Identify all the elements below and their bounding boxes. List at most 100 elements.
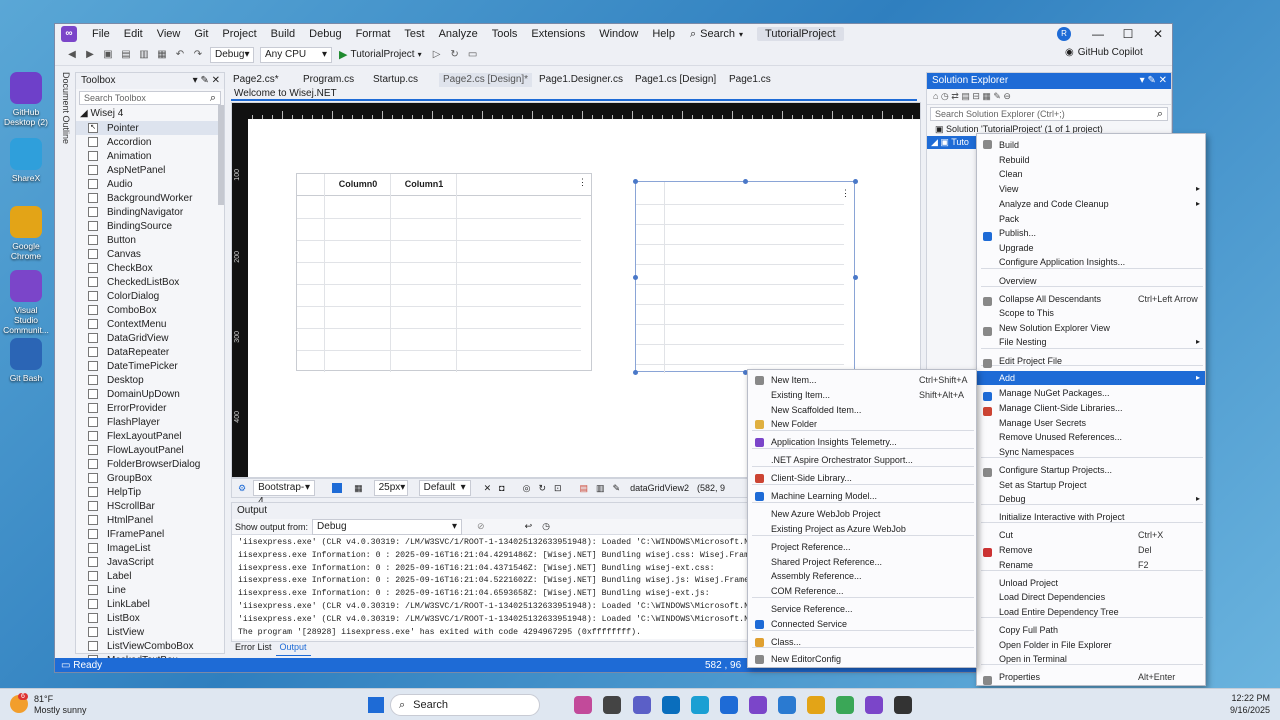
toolbox-item[interactable]: DomainUpDown (76, 387, 224, 401)
menu-extensions[interactable]: Extensions (524, 24, 592, 44)
toolbox-item[interactable]: Animation (76, 149, 224, 163)
add-submenu-item[interactable]: Existing Project as Azure WebJob (748, 522, 976, 536)
toolbox-item[interactable]: LinkLabel (76, 597, 224, 611)
tab-document[interactable]: Startup.cs (373, 73, 418, 87)
context-menu-item[interactable]: Build (977, 138, 1205, 152)
toolbox-item[interactable]: Button (76, 233, 224, 247)
account-avatar[interactable]: R (1057, 27, 1071, 41)
edge-icon[interactable] (691, 696, 709, 714)
save-icon[interactable]: ▥ (137, 48, 151, 62)
context-menu-item[interactable]: Overview (977, 274, 1205, 288)
context-menu-item[interactable]: Debug ▸ (977, 492, 1205, 506)
column-header-1[interactable]: Column1 (391, 179, 457, 189)
view-icon[interactable]: ◎ (523, 483, 531, 494)
toolbox-item[interactable]: ListView (76, 625, 224, 639)
context-menu-item[interactable]: Load Entire Dependency Tree (977, 605, 1205, 619)
toolbox-item[interactable]: IFramePanel (76, 527, 224, 541)
toolbox-search-input[interactable]: Search Toolbox ⌕ (79, 91, 221, 105)
add-submenu-item[interactable]: New Azure WebJob Project (748, 507, 976, 521)
add-submenu-item[interactable]: Shared Project Reference... (748, 555, 976, 569)
tab-document[interactable]: Page2.cs [Design]* (439, 73, 533, 87)
output-source-select[interactable]: Debug ▾ (312, 518, 463, 535)
datagridview-1[interactable]: Column0 Column1 ⋮ (296, 173, 592, 372)
menu-test[interactable]: Test (397, 24, 431, 44)
word-wrap-icon[interactable]: ↩ (525, 521, 533, 532)
toolbox-item[interactable]: FolderBrowserDialog (76, 457, 224, 471)
add-submenu-item[interactable]: Service Reference... (748, 602, 976, 616)
desktop-icon[interactable]: GitHub Desktop (2) (2, 72, 50, 127)
close-icon[interactable]: ✕ (212, 75, 220, 86)
menu-analyze[interactable]: Analyze (432, 24, 485, 44)
sync-icon[interactable]: ↻ (538, 483, 546, 494)
tab-error-list[interactable]: Error List (231, 642, 276, 656)
menu-build[interactable]: Build (264, 24, 302, 44)
toolbox-group[interactable]: ◢ Wisej 4 (76, 107, 224, 121)
menu-window[interactable]: Window (592, 24, 645, 44)
context-menu-item[interactable]: Publish... (977, 226, 1205, 240)
add-submenu-item[interactable]: .NET Aspire Orchestrator Support... (748, 453, 976, 467)
more-options-icon[interactable]: ⋮ (841, 188, 850, 199)
home-icon[interactable]: ⌂ ◷ ⇄ ▤ ⊟ ▦ ✎ ⊖ (933, 91, 1011, 102)
color-icon[interactable] (332, 483, 343, 493)
search-box[interactable]: ⌕ Search ▾ (682, 28, 751, 41)
context-menu-item[interactable]: Pack (977, 212, 1205, 226)
desktop-icon[interactable]: Visual Studio Communit... (2, 270, 50, 335)
github-copilot-button[interactable]: ◉ GitHub Copilot (1065, 47, 1143, 58)
add-submenu-item[interactable]: Existing Item... Shift+Alt+A (748, 388, 976, 402)
document-outline-tab[interactable]: Document Outline (57, 72, 71, 172)
toolbox-item[interactable]: ContextMenu (76, 317, 224, 331)
camera-icon[interactable]: ◘ (499, 483, 504, 493)
taskbar-search[interactable]: ⌕ Search (390, 694, 540, 716)
context-menu-item[interactable]: Remove Unused References... (977, 430, 1205, 444)
menu-tools[interactable]: Tools (485, 24, 525, 44)
context-menu-item[interactable]: Analyze and Code Cleanup ▸ (977, 197, 1205, 211)
toolbox-item[interactable]: DataGridView (76, 331, 224, 345)
context-menu-item[interactable]: Copy Full Path (977, 623, 1205, 637)
toolbox-item[interactable]: FlexLayoutPanel (76, 429, 224, 443)
menu-format[interactable]: Format (349, 24, 398, 44)
store-icon[interactable] (720, 696, 738, 714)
desktop-icon[interactable]: ShareX (2, 138, 50, 183)
context-menu-item[interactable]: Edit Project File (977, 354, 1205, 368)
fit-icon[interactable]: ⊡ (554, 483, 562, 494)
align-icon[interactable]: ▥ (596, 483, 605, 494)
toolbox-item[interactable]: FlashPlayer (76, 415, 224, 429)
menu-project[interactable]: Project (215, 24, 263, 44)
menu-file[interactable]: File (85, 24, 117, 44)
tab-document[interactable]: Page1.cs [Design] (635, 73, 716, 87)
toolbox-item[interactable]: BindingSource (76, 219, 224, 233)
tab-output[interactable]: Output (275, 642, 311, 656)
redo-icon[interactable]: ↷ (191, 48, 205, 62)
toolbox-item[interactable]: Canvas (76, 247, 224, 261)
task-view-icon[interactable] (603, 696, 621, 714)
menu-view[interactable]: View (150, 24, 188, 44)
toolbox-item[interactable]: Audio (76, 177, 224, 191)
platform-select[interactable]: Any CPU ▾ (260, 46, 332, 63)
visual-studio-logo-icon[interactable]: ∞ (61, 26, 77, 42)
context-menu-item[interactable]: Add ▸ (977, 371, 1205, 385)
context-menu-item[interactable]: Open in Terminal (977, 652, 1205, 666)
column-header-0[interactable]: Column0 (325, 179, 391, 189)
clock-icon[interactable]: ◷ (542, 521, 550, 532)
toolbox-item[interactable]: GroupBox (76, 471, 224, 485)
context-menu-item[interactable]: Upgrade (977, 241, 1205, 255)
delete-icon[interactable]: ✕ (484, 483, 492, 494)
refresh-icon[interactable]: ↻ (448, 48, 462, 62)
font-select[interactable]: Default ▾ (418, 480, 471, 496)
context-menu-item[interactable]: Remove Del (977, 543, 1205, 557)
context-menu-item[interactable]: Load Direct Dependencies (977, 590, 1205, 604)
tab-document[interactable]: Page2.cs* (233, 73, 279, 87)
context-menu-item[interactable]: Unload Project (977, 576, 1205, 590)
add-submenu-item[interactable]: New Item... Ctrl+Shift+A (748, 373, 976, 387)
toolbox-item[interactable]: CheckedListBox (76, 275, 224, 289)
toolbox-item[interactable]: BindingNavigator (76, 205, 224, 219)
toolbox-item[interactable]: Desktop (76, 373, 224, 387)
vs-active-icon[interactable] (865, 696, 883, 714)
toolbox-item[interactable]: ColorDialog (76, 289, 224, 303)
dell-icon[interactable] (662, 696, 680, 714)
toolbox-item[interactable]: AspNetPanel (76, 163, 224, 177)
context-menu-item[interactable]: Set as Startup Project (977, 478, 1205, 492)
toolbox-item[interactable]: DateTimePicker (76, 359, 224, 373)
add-submenu-item[interactable]: COM Reference... (748, 584, 976, 598)
solution-search-input[interactable]: Search Solution Explorer (Ctrl+;) ⌕ (930, 107, 1168, 121)
